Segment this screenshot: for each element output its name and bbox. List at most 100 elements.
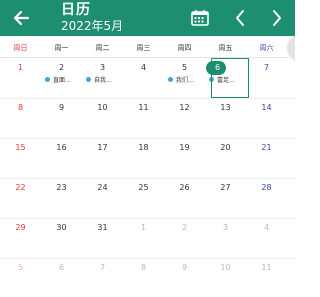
day-cell[interactable]: 17 (82, 138, 123, 178)
weekday-sat: 周六 (259, 44, 274, 52)
day-cell[interactable]: 14 (246, 98, 287, 138)
day-number: 8 (140, 263, 147, 272)
day-number: 7 (99, 263, 106, 272)
day-cell[interactable]: 13 (205, 98, 246, 138)
calendar-today-icon (191, 10, 209, 26)
today-button[interactable] (189, 8, 211, 28)
day-cell[interactable]: 21 (246, 138, 287, 178)
day-number: 4 (263, 223, 270, 232)
day-number: 1 (140, 223, 147, 232)
day-number: 11 (261, 263, 272, 272)
day-number: 22 (15, 183, 26, 192)
day-cell[interactable]: 9 (41, 98, 82, 138)
day-number: 14 (261, 103, 272, 112)
day-number: 10 (97, 103, 108, 112)
day-number: 6 (214, 63, 221, 72)
weekday-fri: 周五 (218, 44, 233, 52)
day-number: 9 (181, 263, 188, 272)
day-cell[interactable]: 20 (205, 138, 246, 178)
week-row: 8 9 10 11 12 13 14 (0, 98, 295, 139)
day-cell[interactable]: 16 (41, 138, 82, 178)
day-cell[interactable]: 7 (246, 58, 287, 98)
day-cell[interactable]: 24 (82, 178, 123, 218)
day-cell[interactable]: 3 自我… (82, 58, 123, 98)
next-month-button[interactable] (269, 8, 285, 28)
day-number: 17 (97, 143, 108, 152)
day-cell[interactable]: 15 (0, 138, 41, 178)
week-row: 1 2 直面… 3 自我… 4 5 我们… 6 富足… 7 (0, 58, 295, 99)
day-cell[interactable]: 11 (123, 98, 164, 138)
day-cell[interactable]: 30 (41, 218, 82, 258)
event-title: 我们… (176, 77, 195, 84)
day-cell[interactable]: 7 (82, 258, 123, 297)
day-number: 15 (15, 143, 26, 152)
chevron-left-icon (236, 10, 244, 26)
chevron-right-icon (273, 10, 281, 26)
day-number: 5 (17, 263, 24, 272)
day-cell[interactable]: 10 (82, 98, 123, 138)
day-cell[interactable]: 25 (123, 178, 164, 218)
event-dot-icon (45, 77, 50, 82)
week-row: 5 6 7 8 9 10 11 (0, 258, 295, 297)
day-number: 3 (222, 223, 229, 232)
day-cell[interactable]: 9 (164, 258, 205, 297)
previous-month-button[interactable] (232, 8, 248, 28)
day-cell[interactable]: 8 (123, 258, 164, 297)
day-cell[interactable]: 23 (41, 178, 82, 218)
page-title: 日历 (61, 2, 91, 18)
day-number: 6 (58, 263, 65, 272)
current-month: 2022年5月 (61, 19, 124, 33)
day-cell[interactable]: 11 (246, 258, 287, 297)
day-number: 12 (179, 103, 190, 112)
day-number: 21 (261, 143, 272, 152)
event-dot-icon (86, 77, 91, 82)
app-header: 日历 2022年5月 (0, 0, 295, 36)
day-cell[interactable]: 12 (164, 98, 205, 138)
day-number: 29 (15, 223, 26, 232)
day-number: 1 (17, 63, 24, 72)
day-cell[interactable]: 27 (205, 178, 246, 218)
day-number: 9 (58, 103, 65, 112)
day-number: 27 (220, 183, 231, 192)
day-number: 16 (56, 143, 67, 152)
event-title: 自我… (94, 77, 113, 84)
day-cell[interactable]: 6 (41, 258, 82, 297)
day-number: 24 (97, 183, 108, 192)
day-cell[interactable]: 18 (123, 138, 164, 178)
weekday-header: 周日 周一 周二 周三 周四 周五 周六 (0, 41, 295, 58)
day-cell[interactable]: 29 (0, 218, 41, 258)
event-item[interactable]: 我们… (168, 76, 204, 86)
day-cell[interactable]: 5 (0, 258, 41, 297)
weekday-mon: 周一 (54, 44, 69, 52)
day-cell[interactable]: 1 (123, 218, 164, 258)
day-cell[interactable]: 2 (164, 218, 205, 258)
day-cell[interactable]: 8 (0, 98, 41, 138)
back-button[interactable] (8, 5, 36, 31)
header-titles: 日历 2022年5月 (61, 2, 123, 33)
week-row: 15 16 17 18 19 20 21 (0, 138, 295, 179)
weekday-wed: 周三 (136, 44, 151, 52)
day-cell[interactable]: 19 (164, 138, 205, 178)
calendar-app: 日历 2022年5月 周日 周一 周二 周三 周四 周五 周六 1 2 直面… … (0, 0, 295, 297)
day-number: 25 (138, 183, 149, 192)
day-number: 2 (181, 223, 188, 232)
day-number: 20 (220, 143, 231, 152)
day-number: 8 (17, 103, 24, 112)
event-item[interactable]: 直面… (45, 76, 81, 86)
day-number: 10 (220, 263, 231, 272)
day-cell[interactable]: 1 (0, 58, 41, 98)
day-number: 4 (140, 63, 147, 72)
day-number: 3 (99, 63, 106, 72)
day-cell[interactable]: 10 (205, 258, 246, 297)
event-item[interactable]: 自我… (86, 76, 122, 86)
day-cell[interactable]: 4 (123, 58, 164, 98)
day-number: 2 (58, 63, 65, 72)
day-cell[interactable]: 4 (246, 218, 287, 258)
event-title: 直面… (53, 77, 72, 84)
day-cell[interactable]: 3 (205, 218, 246, 258)
day-cell[interactable]: 2 直面… (41, 58, 82, 98)
day-cell[interactable]: 31 (82, 218, 123, 258)
day-cell[interactable]: 26 (164, 178, 205, 218)
day-cell[interactable]: 28 (246, 178, 287, 218)
day-cell[interactable]: 22 (0, 178, 41, 218)
